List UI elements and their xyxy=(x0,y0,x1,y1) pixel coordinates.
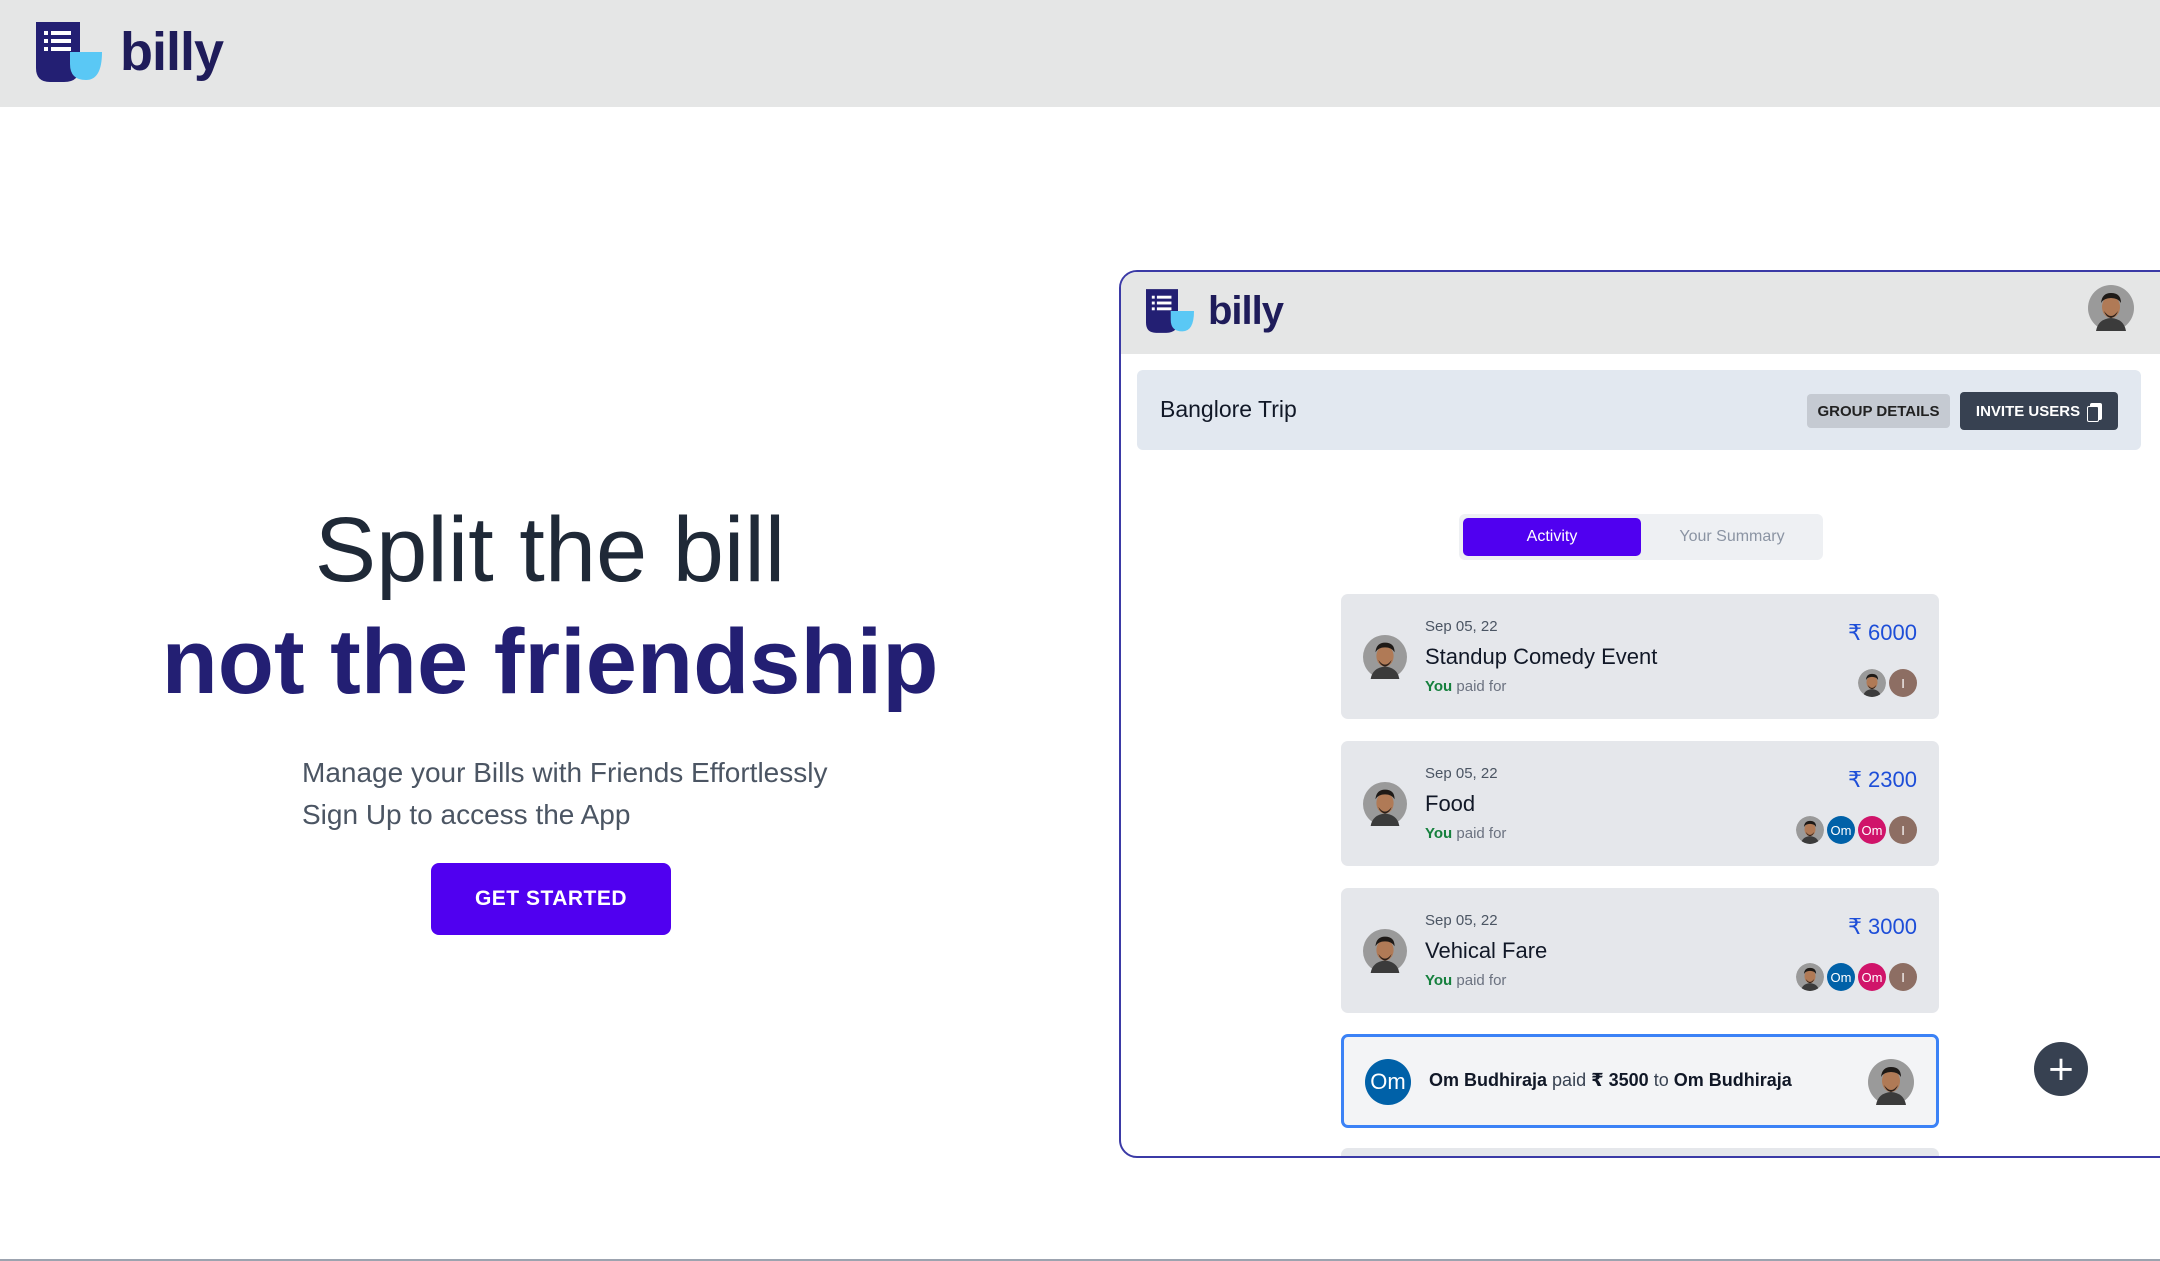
expense-card: Sep 05, 22 Standup Comedy Event You paid… xyxy=(1341,594,1939,719)
expense-date: Sep 05, 22 xyxy=(1425,912,1498,929)
settlement-to-word: to xyxy=(1653,1070,1669,1090)
settlement-verb: paid xyxy=(1552,1070,1587,1090)
expense-card: Sep 05, 22 Food You paid for ₹ 2300 Om O… xyxy=(1341,741,1939,866)
group-name: Banglore Trip xyxy=(1160,396,1297,422)
paid-for-text: paid for xyxy=(1456,678,1507,695)
tab-your-summary: Your Summary xyxy=(1679,528,1785,545)
participant-avatars: I xyxy=(1858,669,1917,697)
app-preview: billy Banglore Trip GROUP DETAILS INVITE… xyxy=(1119,270,2160,1158)
tab-activity: Activity xyxy=(1463,518,1641,556)
payer-name: You xyxy=(1425,678,1453,695)
group-details-button: GROUP DETAILS xyxy=(1807,394,1950,428)
expense-amount: ₹ 3000 xyxy=(1847,914,1917,939)
user-avatar xyxy=(2088,285,2134,331)
participant-avatar: Om xyxy=(1858,963,1886,991)
payer-avatar xyxy=(1363,782,1407,826)
expense-date: Sep 05, 22 xyxy=(1425,618,1498,635)
expense-date: Sep 05, 22 xyxy=(1425,765,1498,782)
hero-subtitle-line-2: Sign Up to access the App xyxy=(302,799,631,830)
participant-avatar: Om xyxy=(1827,963,1855,991)
expense-title: Vehical Fare xyxy=(1425,938,1548,963)
expense-amount: ₹ 6000 xyxy=(1847,620,1917,645)
hero-subtitle-line-1: Manage your Bills with Friends Effortles… xyxy=(302,757,828,788)
add-expense-button: + xyxy=(2034,1042,2088,1096)
participant-avatars: Om Om I xyxy=(1796,963,1917,991)
expense-paid-by: You paid for xyxy=(1425,678,1506,695)
top-navbar: billy xyxy=(0,0,2160,107)
participant-avatars: Om Om I xyxy=(1796,816,1917,844)
participant-avatar: I xyxy=(1889,963,1917,991)
preview-brand-logo: billy xyxy=(1146,289,1284,333)
payer-avatar: Om xyxy=(1365,1059,1411,1105)
participant-avatar xyxy=(1858,669,1886,697)
expense-paid-by: You paid for xyxy=(1425,972,1506,989)
participant-avatar: Om xyxy=(1858,816,1886,844)
hero-subtitle: Manage your Bills with Friends Effortles… xyxy=(302,752,827,836)
participant-avatar xyxy=(1796,816,1824,844)
invite-users-button: INVITE USERS xyxy=(1960,392,2118,430)
hero-title-line-1: Split the bill xyxy=(314,499,786,601)
expense-card: Sep 05, 22 Vehical Fare You paid for ₹ 3… xyxy=(1341,888,1939,1013)
expense-title: Standup Comedy Event xyxy=(1425,644,1658,669)
view-tabs: Activity Your Summary xyxy=(1459,514,1823,560)
settlement-amount: ₹ 3500 xyxy=(1591,1070,1649,1090)
participant-avatar: I xyxy=(1889,669,1917,697)
get-started-button[interactable]: GET STARTED xyxy=(431,863,671,935)
participant-avatar: Om xyxy=(1827,816,1855,844)
expense-title: Food xyxy=(1425,791,1476,816)
group-header: Banglore Trip GROUP DETAILS INVITE USERS xyxy=(1137,370,2141,450)
hero-title-line-2: not the friendship xyxy=(161,611,939,713)
brand-logo[interactable]: billy xyxy=(36,22,224,82)
settlement-card: Om Om Budhiraja paid ₹ 3500 to Om Budhir… xyxy=(1341,1034,1939,1128)
payer-avatar xyxy=(1363,929,1407,973)
preview-brand-name: billy xyxy=(1208,289,1284,333)
payer-name: You xyxy=(1425,825,1453,842)
receiver-avatar xyxy=(1868,1059,1914,1105)
settlement-from: Om Budhiraja xyxy=(1429,1070,1548,1090)
expense-amount: ₹ 2300 xyxy=(1847,767,1917,792)
paid-for-text: paid for xyxy=(1456,825,1507,842)
brand-name: billy xyxy=(120,22,224,82)
paid-for-text: paid for xyxy=(1456,972,1507,989)
participant-avatar xyxy=(1796,963,1824,991)
expense-card xyxy=(1341,1148,1939,1156)
billy-logo-icon xyxy=(1146,289,1194,333)
payer-avatar xyxy=(1363,635,1407,679)
invite-users-label: INVITE USERS xyxy=(1975,402,2081,420)
copy-icon xyxy=(2087,402,2103,422)
settlement-to: Om Budhiraja xyxy=(1673,1070,1792,1090)
preview-header: billy xyxy=(1121,272,2160,354)
settlement-text: Om Budhiraja paid ₹ 3500 to Om Budhiraja xyxy=(1429,1070,1792,1091)
billy-logo-icon xyxy=(36,22,102,82)
participant-avatar: I xyxy=(1889,816,1917,844)
expense-paid-by: You paid for xyxy=(1425,825,1506,842)
payer-name: You xyxy=(1425,972,1453,989)
